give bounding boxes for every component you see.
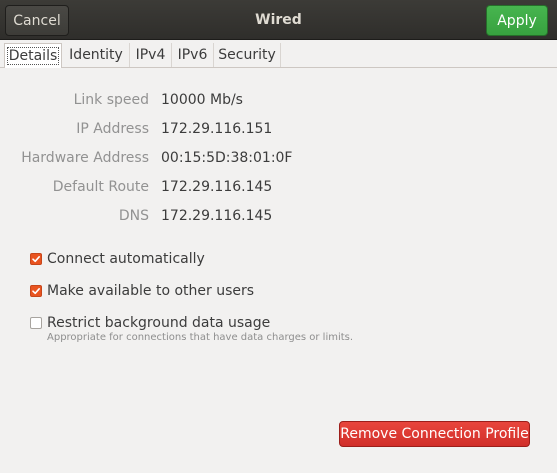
cancel-button[interactable]: Cancel bbox=[5, 5, 69, 36]
dialog-title: Wired bbox=[255, 12, 302, 28]
checkbox-unchecked-icon[interactable] bbox=[30, 317, 42, 329]
detail-value: 172.29.116.151 bbox=[161, 121, 273, 137]
detail-value: 10000 Mb/s bbox=[161, 92, 243, 108]
detail-value: 172.29.116.145 bbox=[161, 208, 273, 224]
apply-button[interactable]: Apply bbox=[486, 5, 548, 36]
tab-identity[interactable]: Identity bbox=[63, 43, 130, 67]
detail-label: DNS bbox=[118, 208, 149, 224]
detail-hardware-address: Hardware Address 00:15:5D:38:01:0F bbox=[0, 150, 557, 170]
tab-ipv6[interactable]: IPv6 bbox=[172, 43, 214, 67]
detail-label: Hardware Address bbox=[21, 150, 149, 166]
detail-link-speed: Link speed 10000 Mb/s bbox=[0, 92, 557, 112]
restrict-background-checkbox[interactable]: Restrict background data usage bbox=[30, 313, 270, 333]
detail-value: 00:15:5D:38:01:0F bbox=[161, 150, 293, 166]
detail-label: IP Address bbox=[76, 121, 149, 137]
available-to-others-checkbox[interactable]: Make available to other users bbox=[30, 281, 254, 301]
tab-bar: Details Identity IPv4 IPv6 Security bbox=[0, 40, 557, 68]
tab-ipv4-label: IPv4 bbox=[135, 47, 166, 63]
detail-value: 172.29.116.145 bbox=[161, 179, 273, 195]
header-bar: Cancel Wired Apply bbox=[0, 0, 557, 40]
available-to-others-label: Make available to other users bbox=[47, 283, 255, 299]
detail-label: Default Route bbox=[52, 179, 149, 195]
detail-label: Link speed bbox=[73, 92, 149, 108]
detail-dns: DNS 172.29.116.145 bbox=[0, 208, 557, 228]
tab-security-label: Security bbox=[218, 47, 276, 63]
tab-details-label: Details bbox=[6, 47, 60, 65]
tab-identity-label: Identity bbox=[69, 47, 123, 63]
checkbox-checked-icon[interactable] bbox=[30, 253, 42, 265]
restrict-background-label: Restrict background data usage bbox=[47, 315, 271, 331]
detail-default-route: Default Route 172.29.116.145 bbox=[0, 179, 557, 199]
detail-ip-address: IP Address 172.29.116.151 bbox=[0, 121, 557, 141]
restrict-background-description: Appropriate for connections that have da… bbox=[47, 332, 354, 343]
tab-security[interactable]: Security bbox=[214, 43, 281, 67]
connect-automatically-label: Connect automatically bbox=[47, 251, 205, 267]
tab-ipv6-label: IPv6 bbox=[177, 47, 208, 63]
checkbox-checked-icon[interactable] bbox=[30, 285, 42, 297]
tab-ipv4[interactable]: IPv4 bbox=[130, 43, 172, 67]
tab-details[interactable]: Details bbox=[4, 43, 62, 68]
connect-automatically-checkbox[interactable]: Connect automatically bbox=[30, 249, 205, 269]
remove-connection-profile-button[interactable]: Remove Connection Profile bbox=[339, 421, 530, 447]
